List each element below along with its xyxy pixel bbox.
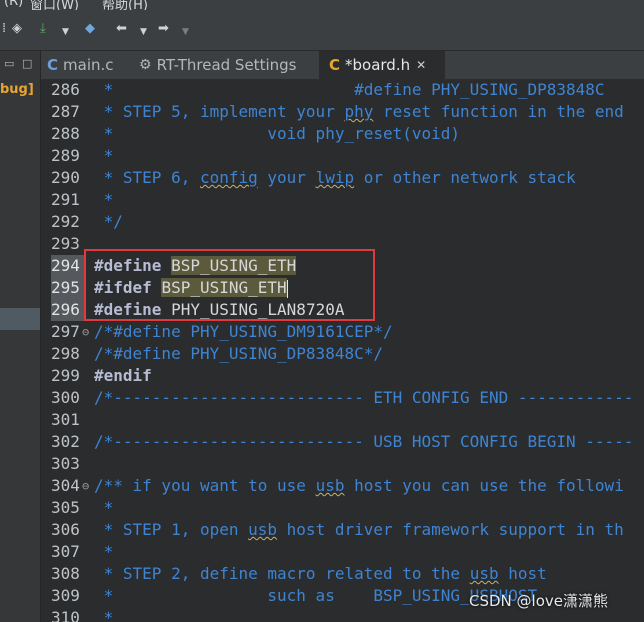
left-panel: ▭ □ bug] [0,51,41,622]
code-text: * [94,190,114,209]
line-number: 309 [51,586,80,605]
code-text: * [94,146,114,165]
code-line[interactable]: 301 [41,409,644,431]
line-number: 292 [51,212,80,231]
debug-icon[interactable]: ◆ [85,22,95,36]
line-number: 303 [51,454,80,473]
c-file-icon: C [329,56,341,74]
toolbar: ⁞ ◈ ⤓ ▼ ◆ ⬅ ▼ ➡ ▼ [0,10,644,51]
watermark: CSDN @love潇潇熊 [469,592,608,610]
code-text: /*-------------------------- USB HOST CO… [94,432,634,451]
fold-icon[interactable]: ⊖ [82,475,89,497]
line-number: 304 [51,476,80,495]
menu-item-help[interactable]: 帮助(H) [102,0,148,10]
line-number: 310 [51,608,80,622]
code-text: /** if you want to use usb host you can … [94,476,624,495]
menu-item-run[interactable]: (R) [4,0,23,9]
code-line[interactable]: 298 /*#define PHY_USING_DP83848C*/ [41,343,644,365]
tab-label: main.c [63,56,114,74]
code-line[interactable]: 286 * #define PHY_USING_DP83848C [41,79,644,101]
code-text: #endif [94,366,152,385]
line-number: 305 [51,498,80,517]
code-text: * STEP 1, open usb host driver framework… [94,520,624,539]
tab-label: *board.h [345,56,411,74]
code-line[interactable]: 308 * STEP 2, define macro related to th… [41,563,644,585]
line-number: 300 [51,388,80,407]
code-line[interactable]: 304 ⊖ /** if you want to use usb host you … [41,475,644,497]
back-arrow-icon[interactable]: ⬅ [116,22,127,36]
chevron-down-icon[interactable]: ▼ [140,25,147,39]
line-number: 296 [51,299,85,321]
code-line[interactable]: 297 ⊖ /*#define PHY_USING_DM9161CEP*/ [41,321,644,343]
code-text: * STEP 5, implement your phy reset funct… [94,102,624,121]
code-line[interactable]: 300 /*-------------------------- ETH CONF… [41,387,644,409]
code-text: /*#define PHY_USING_DP83848C*/ [94,344,383,363]
code-text: /*#define PHY_USING_DM9161CEP*/ [94,322,393,341]
line-number: 306 [51,520,80,539]
code-line[interactable]: 288 * void phy_reset(void) [41,123,644,145]
line-number: 298 [51,344,80,363]
line-number: 291 [51,190,80,209]
code-line[interactable]: 290 * STEP 6, config your lwip or other … [41,167,644,189]
c-file-icon: C [47,56,59,74]
code-text: * [94,498,114,517]
panel-label: bug] [0,82,34,97]
tab-main-c[interactable]: C main.c [47,51,135,79]
code-text: * STEP 2, define macro related to the us… [94,564,547,583]
tab-board-h[interactable]: C *board.h ✕ [319,51,445,79]
maximize-icon[interactable]: □ [22,57,32,70]
code-line[interactable]: 292 */ [41,211,644,233]
highlight-box [84,249,375,321]
line-number: 290 [51,168,80,187]
selected-item[interactable] [0,308,40,330]
fold-icon[interactable]: ⊖ [82,321,89,343]
code-line[interactable]: 302 /*-------------------------- USB HOST… [41,431,644,453]
tab-label: RT-Thread Settings [156,56,297,74]
code-text: * [94,608,114,622]
code-line[interactable]: 306 * STEP 1, open usb host driver frame… [41,519,644,541]
line-number: 308 [51,564,80,583]
chevron-down-icon[interactable]: ▼ [62,25,69,39]
close-icon[interactable]: ✕ [416,58,426,72]
minimize-icon[interactable]: ▭ [4,57,14,70]
line-number: 293 [51,234,80,253]
line-number: 297 [51,322,80,341]
line-number: 286 [51,80,80,99]
line-number: 287 [51,102,80,121]
menubar: (R) 窗口(W) 帮助(H) [0,0,644,10]
code-text: * [94,542,114,561]
line-number: 289 [51,146,80,165]
forward-arrow-icon[interactable]: ➡ [158,22,169,36]
code-line[interactable]: 303 [41,453,644,475]
code-text: */ [94,212,123,231]
line-number: 295 [51,277,85,299]
code-line[interactable]: 287 * STEP 5, implement your phy reset f… [41,101,644,123]
dots-icon: ⁞ [2,21,7,36]
code-text: * STEP 6, config your lwip or other netw… [94,168,576,187]
code-editor[interactable]: 286 * #define PHY_USING_DP83848C 287 * ST… [41,79,644,622]
code-line[interactable]: 299 #endif [41,365,644,387]
code-text: /*-------------------------- ETH CONFIG … [94,388,634,407]
line-number: 288 [51,124,80,143]
code-line[interactable]: 307 * [41,541,644,563]
line-number: 307 [51,542,80,561]
line-number: 294 [51,255,85,277]
line-number: 302 [51,432,80,451]
code-text: * #define PHY_USING_DP83848C [94,80,605,99]
code-line[interactable]: 305 * [41,497,644,519]
line-number: 299 [51,366,80,385]
editor-tabs: C main.c ⚙ RT-Thread Settings C *board.h… [41,51,644,79]
code-text: * void phy_reset(void) [94,124,461,143]
chevron-down-icon[interactable]: ▼ [182,25,189,39]
tab-rt-thread-settings[interactable]: ⚙ RT-Thread Settings [139,51,315,79]
line-number: 301 [51,410,80,429]
download-arrow-icon[interactable]: ⤓ [40,22,46,36]
settings-icon: ⚙ [139,57,152,73]
code-line[interactable]: 289 * [41,145,644,167]
code-line[interactable]: 291 * [41,189,644,211]
menu-item-window[interactable]: 窗口(W) [30,0,79,10]
build-icon[interactable]: ◈ [12,22,22,36]
